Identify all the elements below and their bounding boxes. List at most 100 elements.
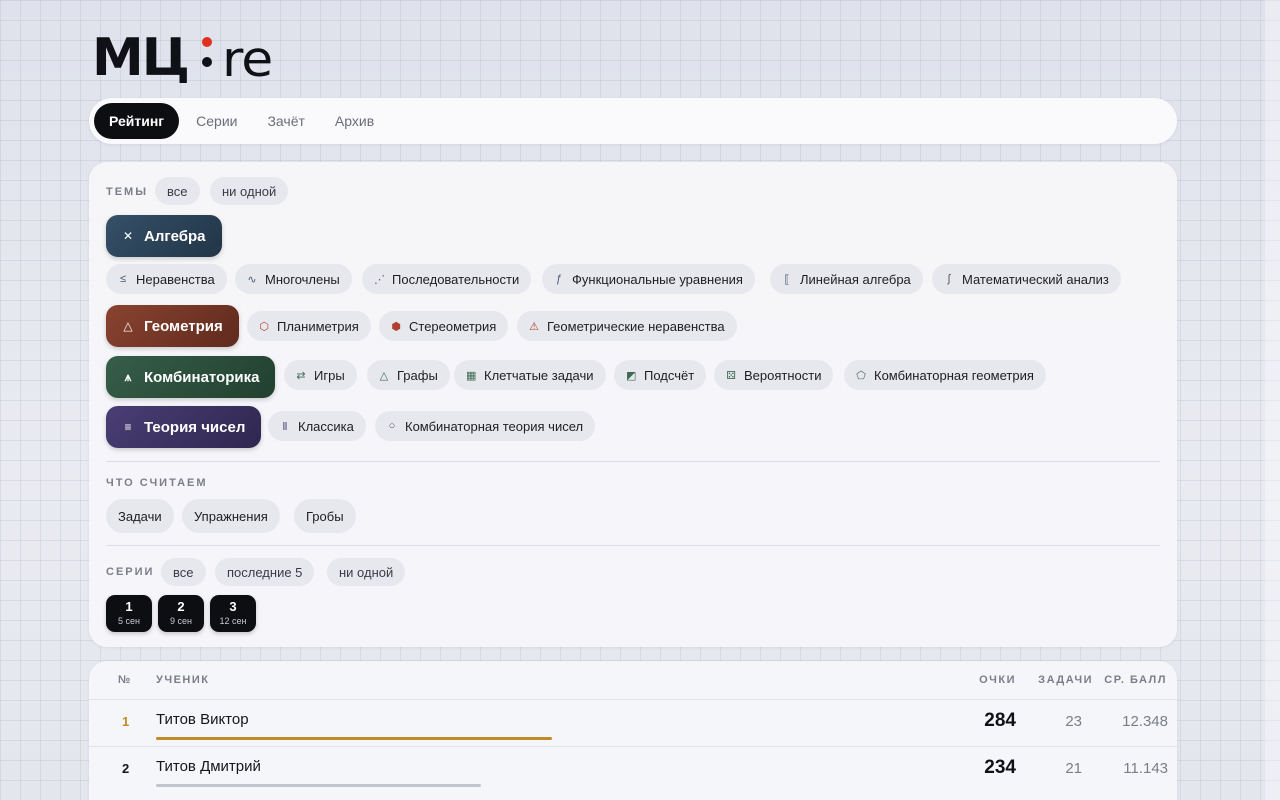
less-equal-icon: ≤	[119, 273, 127, 285]
subtopic-linear-algebra[interactable]: ⟦ Линейная алгебра	[770, 264, 923, 294]
count-option-exercises[interactable]: Упражнения	[182, 499, 280, 533]
row-avg: 11.143	[1123, 760, 1168, 777]
subtopic-grid-problems[interactable]: ▦ Клетчатые задачи	[454, 360, 606, 390]
tab-series[interactable]: Серии	[183, 103, 250, 139]
subtopic-combinatorial-number-theory[interactable]: ○ Комбинаторная теория чисел	[375, 411, 596, 441]
topic-number-theory-label: Теория чисел	[144, 418, 246, 436]
series-date: 9 сен	[170, 616, 192, 626]
series-date: 12 сен	[219, 616, 247, 626]
subtopic-label: Математический анализ	[962, 271, 1109, 287]
topic-geometry[interactable]: △ Геометрия	[106, 305, 239, 347]
row-name[interactable]: Титов Дмитрий	[156, 758, 261, 775]
subtopic-label: Вероятности	[744, 367, 822, 383]
main-nav: Рейтинг Серии Зачёт Архив	[89, 98, 1177, 144]
series-none-button[interactable]: ни одной	[327, 558, 406, 586]
function-icon: ƒ	[555, 273, 563, 285]
row-rank: 2	[122, 761, 130, 776]
topic-geometry-label: Геометрия	[144, 317, 223, 335]
count-option-tasks[interactable]: Задачи	[106, 499, 174, 533]
subtopic-label: Подсчёт	[644, 367, 695, 383]
subtopic-geometric-inequalities[interactable]: ⚠ Геометрические неравенства	[517, 311, 737, 341]
subtopic-polynomials[interactable]: ∿ Многочлены	[235, 264, 352, 294]
count-option-label: Задачи	[118, 508, 162, 524]
subtopic-label: Неравенства	[136, 271, 215, 287]
dice-icon: ⚄	[726, 369, 736, 382]
topics-label: ТЕМЫ	[106, 186, 148, 198]
table-row[interactable]: 2 Титов Дмитрий 234 21 11.143	[89, 746, 1177, 793]
subtopic-label: Комбинаторная геометрия	[874, 367, 1034, 383]
subtopic-label: Линейная алгебра	[800, 271, 911, 287]
tree-icon: ⩚	[124, 369, 132, 384]
cube-icon: ⬢	[391, 320, 401, 333]
subtopic-label: Игры	[314, 367, 345, 383]
row-tasks: 21	[1065, 760, 1082, 777]
series-number: 3	[229, 599, 237, 614]
series-all-button[interactable]: все	[161, 558, 206, 586]
header-points[interactable]: ОЧКИ	[979, 674, 1016, 686]
series-item[interactable]: 3 12 сен	[210, 595, 256, 632]
count-label: ЧТО СЧИТАЕМ	[106, 477, 208, 489]
header-student[interactable]: УЧЕНИК	[156, 674, 209, 686]
tab-archive[interactable]: Архив	[322, 103, 387, 139]
header-avg[interactable]: СР. БАЛЛ	[1104, 674, 1167, 686]
subtopic-graphs[interactable]: △ Графы	[367, 360, 450, 390]
subtopic-calculus[interactable]: ∫ Математический анализ	[932, 264, 1121, 294]
topics-none-button[interactable]: ни одной	[210, 177, 289, 205]
count-option-label: Гробы	[306, 508, 344, 524]
subtopic-probability[interactable]: ⚄ Вероятности	[714, 360, 834, 390]
series-number: 2	[177, 599, 185, 614]
subtopic-counting[interactable]: ◩ Подсчёт	[614, 360, 707, 390]
subtopic-classic[interactable]: Ⅱ Классика	[268, 411, 366, 441]
row-points: 284	[984, 710, 1016, 731]
logo[interactable]: МЦ re	[92, 28, 273, 88]
count-option-coffins[interactable]: Гробы	[294, 499, 356, 533]
row-avg: 12.348	[1122, 713, 1168, 730]
warning-triangle-icon: ⚠	[529, 320, 539, 333]
scroll-edge	[1265, 0, 1280, 800]
subtopic-combinatorial-geometry[interactable]: ⬠ Комбинаторная геометрия	[844, 360, 1046, 390]
sequence-icon: ⋰	[374, 273, 385, 286]
subtopic-inequalities[interactable]: ≤ Неравенства	[106, 264, 227, 294]
row-rank: 1	[122, 714, 130, 729]
series-none-label: ни одной	[339, 564, 394, 580]
rating-table: № УЧЕНИК ОЧКИ ЗАДАЧИ СР. БАЛЛ 1 Титов Ви…	[89, 661, 1177, 800]
subtopic-planimetry[interactable]: ⬡ Планиметрия	[247, 311, 371, 341]
polygon-icon: ⬡	[259, 320, 269, 333]
subtopic-label: Комбинаторная теория чисел	[405, 418, 584, 434]
topic-number-theory[interactable]: ≡ Теория чисел	[106, 406, 262, 448]
graph-icon: △	[379, 369, 389, 382]
topic-combinatorics[interactable]: ⩚ Комбинаторика	[106, 356, 276, 398]
subtopic-games[interactable]: ⇄ Игры	[284, 360, 357, 390]
integral-icon: ∫	[947, 273, 951, 285]
table-row[interactable]: 1 Титов Виктор 284 23 12.348	[89, 699, 1177, 746]
series-last-button[interactable]: последние 5	[215, 558, 315, 586]
logo-mc-text: МЦ	[92, 28, 190, 88]
topic-algebra[interactable]: ✕ Алгебра	[106, 215, 222, 257]
subtopic-stereometry[interactable]: ⬢ Стереометрия	[379, 311, 509, 341]
filters-panel: ТЕМЫ все ни одной ✕ Алгебра ≤ Неравенства…	[89, 162, 1177, 647]
topic-algebra-label: Алгебра	[144, 227, 206, 245]
series-item[interactable]: 2 9 сен	[158, 595, 204, 632]
grid-icon: ▦	[466, 369, 477, 382]
topics-none-label: ни одной	[222, 183, 277, 199]
series-item[interactable]: 1 5 сен	[106, 595, 152, 632]
header-tasks[interactable]: ЗАДАЧИ	[1038, 674, 1093, 686]
subtopic-label: Последовательности	[392, 271, 520, 287]
subtopic-label: Многочлены	[265, 271, 340, 287]
header-num: №	[118, 674, 132, 686]
subtopic-functional-equations[interactable]: ƒ Функциональные уравнения	[542, 264, 755, 294]
triangle-icon: △	[123, 319, 133, 333]
circle-icon: ○	[388, 420, 396, 432]
tab-rating[interactable]: Рейтинг	[94, 103, 180, 139]
subtopic-label: Клетчатые задачи	[484, 367, 594, 383]
subtopic-label: Функциональные уравнения	[572, 271, 743, 287]
row-name[interactable]: Титов Виктор	[156, 711, 249, 728]
series-number: 1	[125, 599, 133, 614]
topics-all-button[interactable]: все	[155, 177, 200, 205]
tab-credit[interactable]: Зачёт	[254, 103, 317, 139]
topic-combinatorics-label: Комбинаторика	[144, 368, 260, 386]
equiv-icon: ≡	[124, 420, 132, 434]
subtopic-sequences[interactable]: ⋰ Последовательности	[362, 264, 532, 294]
count-option-label: Упражнения	[194, 508, 268, 524]
subtopic-label: Стереометрия	[409, 318, 497, 334]
